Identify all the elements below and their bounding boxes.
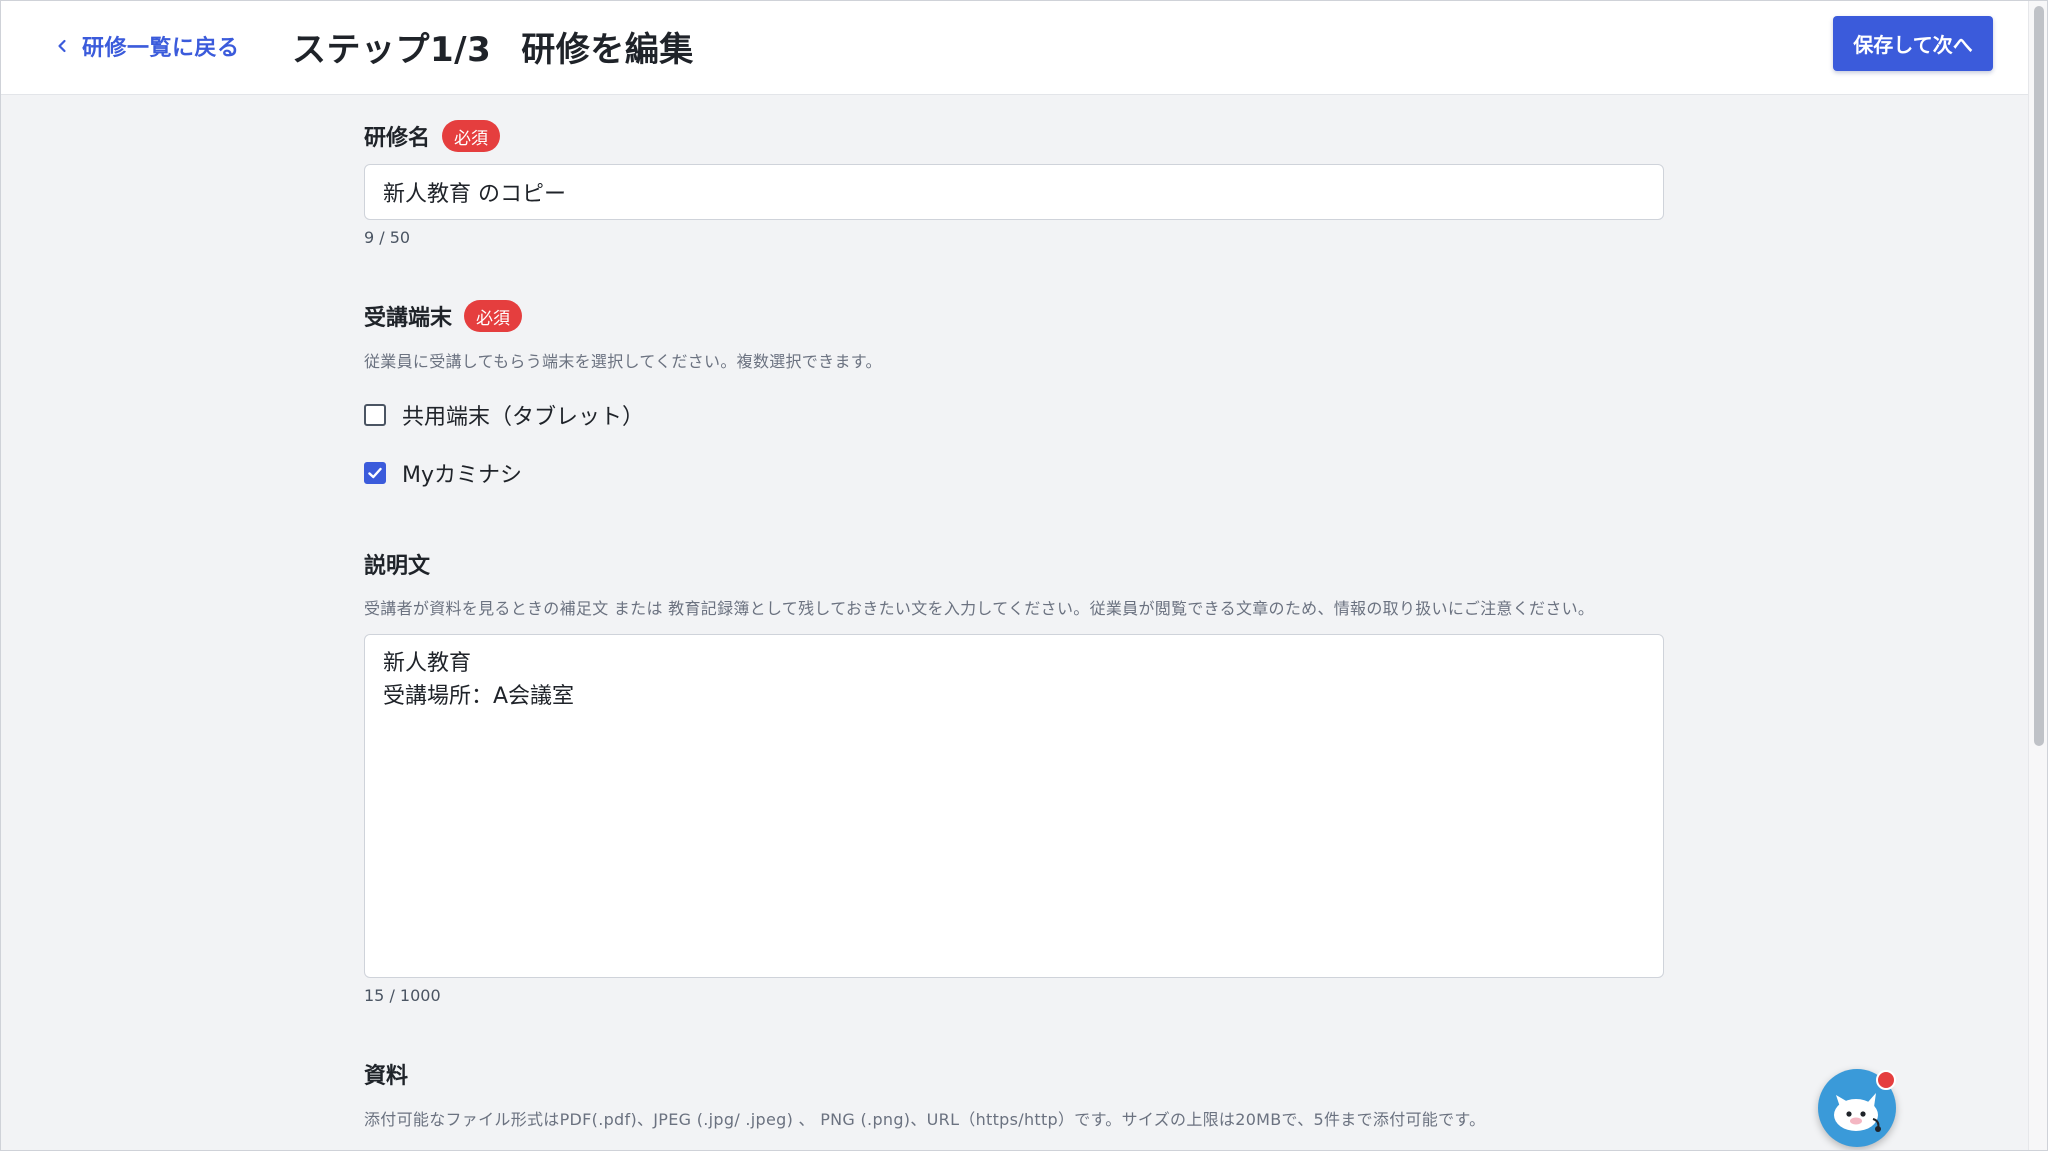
vertical-scrollbar[interactable] bbox=[2028, 0, 2048, 1151]
back-to-list-link[interactable]: 研修一覧に戻る bbox=[54, 26, 240, 66]
save-and-next-button[interactable]: 保存して次へ bbox=[1833, 16, 1993, 71]
training-name-label: 研修名 bbox=[364, 126, 431, 151]
scrollbar-thumb[interactable] bbox=[2034, 6, 2044, 746]
materials-help-text: 添付可能なファイル形式はPDF(.pdf)、JPEG (.jpg/ .jpeg)… bbox=[364, 1110, 1486, 1129]
checkbox-checked[interactable] bbox=[364, 462, 386, 484]
back-link-label: 研修一覧に戻る bbox=[82, 36, 240, 61]
device-option-shared-tablet[interactable]: 共用端末（タブレット） bbox=[364, 400, 644, 430]
device-help-text: 従業員に受講してもらう端末を選択してください。複数選択できます。 bbox=[364, 352, 882, 371]
checkbox[interactable] bbox=[364, 404, 386, 426]
training-name-char-counter: 9 / 50 bbox=[364, 228, 411, 247]
description-label: 説明文 bbox=[364, 554, 431, 579]
page-title-text: 研修を編集 bbox=[521, 30, 694, 70]
description-char-counter: 15 / 1000 bbox=[364, 986, 441, 1005]
required-badge: 必須 bbox=[442, 120, 501, 152]
chatbot-button[interactable] bbox=[1818, 1069, 1896, 1147]
check-icon bbox=[368, 467, 382, 479]
device-label-row: 受講端末 必須 bbox=[364, 298, 523, 334]
materials-label: 資料 bbox=[364, 1064, 409, 1089]
chevron-left-icon bbox=[58, 39, 66, 53]
materials-label-row: 資料 bbox=[364, 1056, 408, 1092]
device-option-label: Myカミナシ bbox=[402, 463, 523, 488]
device-option-label: 共用端末（タブレット） bbox=[402, 405, 645, 430]
description-line: 受講場所：A会議室 bbox=[383, 684, 575, 709]
training-name-label-row: 研修名 必須 bbox=[364, 118, 501, 154]
description-label-row: 説明文 bbox=[364, 546, 430, 582]
training-name-input[interactable] bbox=[364, 164, 1664, 220]
device-label: 受講端末 bbox=[364, 306, 453, 331]
top-header: 研修一覧に戻る ステップ1/3 研修を編集 保存して次へ bbox=[0, 0, 2028, 95]
description-line: 新人教育 bbox=[383, 651, 472, 676]
page-title: ステップ1/3 研修を編集 bbox=[292, 22, 694, 71]
device-option-my-kaminashi[interactable]: Myカミナシ bbox=[364, 458, 522, 488]
description-textarea[interactable]: 新人教育 受講場所：A会議室 bbox=[364, 634, 1664, 978]
required-badge: 必須 bbox=[464, 300, 523, 332]
notification-dot bbox=[1876, 1070, 1896, 1090]
step-indicator: ステップ1/3 bbox=[292, 30, 492, 70]
description-help-text: 受講者が資料を見るときの補足文 または 教育記録簿として残しておきたい文を入力し… bbox=[364, 599, 1595, 618]
